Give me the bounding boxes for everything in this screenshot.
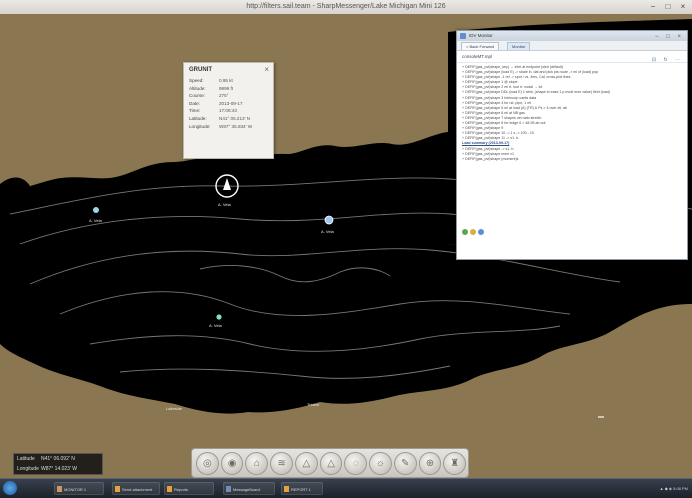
- popup-key: Date:: [189, 100, 200, 106]
- browser-title-bar: http://filters.sail.team - SharpMessenge…: [0, 0, 692, 14]
- tool-draw-icon[interactable]: ✎: [393, 451, 417, 475]
- taskbar-item[interactable]: MONITOR 1: [54, 482, 104, 495]
- popup-value: 0.95 kt: [219, 78, 233, 83]
- longitude-row: Longitude W87° 14.023' W: [14, 464, 102, 474]
- tab-back-forward[interactable]: < Back Forward: [461, 42, 500, 50]
- start-button[interactable]: [3, 481, 17, 495]
- vessel-icon: [324, 215, 334, 225]
- map-toolbar: ◎ ◉ ⌂ ≋ △ △ ◌ ☼ ✎ ⊕ ♜: [191, 448, 469, 478]
- shore-marker: [598, 416, 604, 418]
- window-title: http://filters.sail.team - SharpMessenge…: [246, 3, 446, 10]
- popup-row: Altitude: 9999 ft: [184, 85, 273, 93]
- popup-key: Course:: [189, 93, 206, 99]
- console-log: + DEFIF(gas_pvt)shape_key) ↔ inlet at en…: [457, 63, 687, 162]
- console-tool-icons[interactable]: ⊡ ↻ ⋯: [652, 54, 683, 66]
- popup-key: Latitude:: [189, 115, 207, 121]
- maximize-button[interactable]: □: [661, 2, 675, 12]
- vessel-label: A. Vela: [321, 229, 334, 234]
- coordinates-readout: Latitude N41° 06.092' N Longitude W87° 14.…: [13, 453, 103, 475]
- taskbar-item[interactable]: MessageBoard: [223, 482, 275, 495]
- console-path-bar: consoleMT.mpl ⊡ ↻ ⋯: [457, 51, 687, 63]
- popup-key: Longitude:: [189, 123, 211, 129]
- tool-waves-icon[interactable]: ≋: [270, 451, 293, 475]
- vessel-icon: [216, 314, 222, 320]
- tool-record-icon[interactable]: ◉: [220, 451, 244, 475]
- tool-radius-icon[interactable]: ◌: [344, 451, 368, 475]
- minimize-button[interactable]: −: [646, 2, 660, 12]
- console-title: IDV Monitor: [469, 33, 493, 38]
- popup-value: 9999 ft: [219, 85, 234, 91]
- console-tab-bar: < Back Forward Monitor: [457, 41, 687, 51]
- popup-key: Time:: [189, 108, 201, 114]
- taskbar-item[interactable]: REPORT 1: [281, 482, 323, 495]
- tool-sail-icon[interactable]: △: [294, 451, 318, 475]
- popup-row: Date: 2013-09-17: [184, 100, 273, 108]
- longitude-value: W87° 14.023' W: [41, 466, 78, 472]
- popup-value: N41° 05.213' N: [219, 115, 251, 121]
- vessel-label: A. Vela: [89, 218, 102, 223]
- app-icon: [460, 33, 466, 39]
- close-button[interactable]: ×: [676, 2, 690, 12]
- vessel-info-popup: GRUNIT × Speed: 0.95 kt Altitude: 9999 ft …: [183, 62, 274, 159]
- popup-title: GRUNIT: [189, 67, 212, 73]
- popup-row: Time: 17:08:43: [184, 107, 273, 115]
- os-taskbar: MONITOR 1 Send attachment Reports Messag…: [0, 478, 692, 498]
- popup-value: 275°: [219, 93, 229, 99]
- log-line: + DEFIF(gas_pvt)shape (moment)k: [462, 156, 519, 161]
- status-warn-icon: [470, 229, 476, 235]
- console-path: consoleMT.mpl: [462, 54, 493, 59]
- console-window[interactable]: IDV Monitor − □ × < Back Forward Monitor…: [456, 30, 688, 260]
- popup-key: Speed:: [189, 78, 204, 83]
- popup-value: W87° 35.834' W: [219, 123, 253, 129]
- popup-close-button[interactable]: ×: [264, 65, 269, 74]
- place-label: Lakeside: [166, 406, 183, 411]
- status-ok-icon: [462, 229, 468, 235]
- popup-key: Altitude:: [189, 85, 206, 91]
- desktop-screen: http://filters.sail.team - SharpMessenge…: [0, 0, 692, 498]
- system-tray[interactable]: ▲ ◆ ◈ 5:08 PM: [660, 482, 688, 495]
- tool-marker-icon[interactable]: ♜: [443, 451, 467, 475]
- popup-row: Longitude: W87° 35.834' W: [184, 123, 273, 131]
- longitude-label: Longitude: [17, 466, 39, 472]
- console-title-bar[interactable]: IDV Monitor − □ ×: [457, 31, 687, 41]
- popup-value: 2013-09-17: [219, 100, 243, 106]
- latitude-row: Latitude N41° 06.092' N: [14, 454, 102, 464]
- tool-weather-icon[interactable]: ☼: [369, 451, 392, 475]
- taskbar-item[interactable]: Reports: [164, 482, 214, 495]
- vessel-icon: [93, 207, 99, 213]
- tool-target-icon[interactable]: ◎: [196, 451, 219, 475]
- tool-sail-alt-icon[interactable]: △: [319, 451, 343, 475]
- status-info-icon: [478, 229, 484, 235]
- vessel-label: A. Vela: [209, 323, 222, 328]
- console-status-icons: [462, 229, 486, 237]
- popup-value: 17:08:43: [219, 108, 237, 114]
- place-label: Trident: [307, 402, 320, 407]
- popup-row: Course: 275°: [184, 92, 273, 100]
- popup-row: Latitude: N41° 05.213' N: [184, 115, 273, 123]
- tab-monitor[interactable]: Monitor: [507, 42, 531, 50]
- tool-add-icon[interactable]: ⊕: [418, 451, 442, 475]
- popup-row: Speed: 0.95 kt: [184, 77, 273, 85]
- taskbar-item[interactable]: Send attachment: [112, 482, 160, 495]
- latitude-value: N41° 06.092' N: [41, 456, 75, 462]
- vessel-label: A. Vela: [218, 202, 231, 207]
- latitude-label: Latitude: [17, 456, 35, 462]
- tool-home-icon[interactable]: ⌂: [245, 451, 269, 475]
